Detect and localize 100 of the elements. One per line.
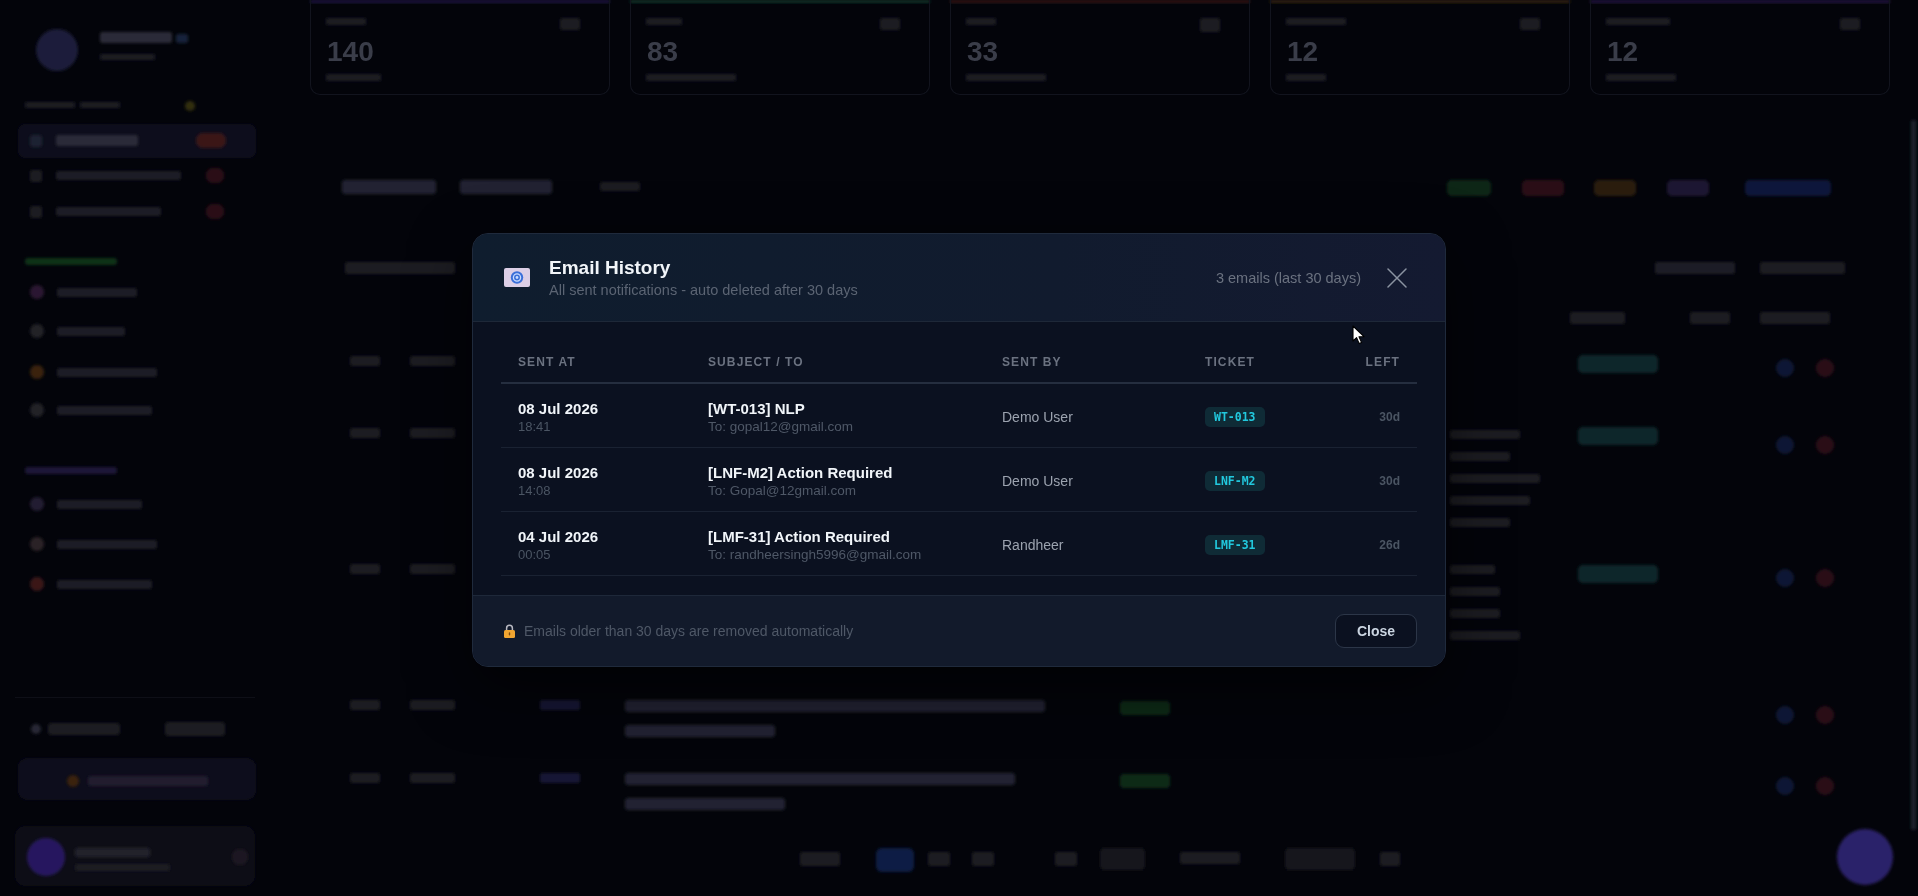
blurred-text (1760, 312, 1830, 324)
blurred-text (326, 74, 381, 81)
blurred-icon (30, 577, 44, 591)
blurred-text (57, 327, 125, 336)
sent-date: 04 Jul 2026 (518, 527, 599, 546)
blurred-text (410, 428, 455, 438)
blurred-icon (67, 775, 79, 787)
blurred-text (326, 18, 366, 25)
blurred-tag (206, 168, 224, 183)
blurred-icon (1840, 18, 1860, 30)
blurred-text (1055, 852, 1077, 866)
sender-name: Demo User (1002, 409, 1073, 425)
blurred-icon (1520, 18, 1540, 30)
blurred-text (1570, 312, 1625, 324)
lock-icon (504, 624, 515, 638)
recipient-address: To: randheersingh5996@gmail.com (708, 546, 922, 563)
blurred-text (410, 356, 455, 366)
column-header: SENT AT (518, 355, 576, 369)
sent-time: 00:05 (518, 546, 551, 563)
envelope-icon (504, 268, 530, 287)
stat-value: 140 (327, 36, 374, 68)
blurred-tag (540, 700, 580, 710)
blurred-text (410, 564, 455, 574)
ticket-id-tag: LNF-M2 (1205, 471, 1265, 491)
blurred-tag (206, 204, 224, 219)
blurred-text (100, 32, 172, 43)
blurred-text (410, 773, 455, 783)
blurred-text (165, 722, 225, 736)
blurred-icon (1200, 18, 1220, 32)
blurred-icon (30, 135, 42, 147)
email-subject: [LNF-M2] Action Required (708, 463, 893, 482)
blurred-text (410, 700, 455, 710)
recipient-address: To: Gopal@12gmail.com (708, 482, 857, 499)
blurred-icon (30, 497, 44, 511)
stat-value: 12 (1607, 36, 1639, 68)
sender-name: Randheer (1002, 537, 1064, 553)
blurred-logo (36, 29, 78, 71)
sent-time: 18:41 (518, 418, 551, 435)
blurred-icon (1816, 436, 1834, 454)
blurred-icon (1776, 569, 1794, 587)
close-button[interactable] (1387, 267, 1407, 288)
close-icon (1387, 267, 1407, 288)
blurred-icon (880, 18, 900, 30)
blurred-text (1450, 452, 1510, 461)
blurred-text (1690, 312, 1730, 324)
blurred-tag (1594, 180, 1636, 196)
blurred-text (1180, 852, 1240, 864)
blurred-text (350, 428, 380, 438)
email-subject: [WT-013] NLP (708, 399, 805, 418)
blurred-text (600, 182, 640, 191)
blurred-text (1450, 631, 1520, 640)
blurred-text (1450, 587, 1500, 596)
dialog-subtitle: All sent notifications - auto deleted after 30 days (549, 281, 858, 299)
blurred-tag (1447, 180, 1491, 196)
days-left: 30d (1379, 410, 1400, 424)
email-count: 3 emails (last 30 days) (1215, 269, 1361, 286)
blurred-button[interactable] (876, 848, 914, 872)
blurred-icon (30, 403, 44, 417)
blurred-icon (1776, 436, 1794, 454)
blurred-text (1450, 518, 1510, 527)
sent-date: 08 Jul 2026 (518, 463, 599, 482)
blurred-icon (1816, 359, 1834, 377)
blurred-tag (1667, 180, 1709, 196)
retention-note: Emails older than 30 days are removed automatically (524, 623, 854, 639)
blurred-icon (1776, 777, 1794, 795)
blurred-text (1286, 18, 1346, 25)
sent-date: 08 Jul 2026 (518, 399, 599, 418)
blurred-text (1286, 74, 1326, 81)
blurred-text (1606, 74, 1676, 81)
blurred-text (972, 852, 994, 866)
blurred-tag (1120, 774, 1170, 788)
blurred-text (966, 18, 996, 25)
blurred-tag (540, 773, 580, 783)
close-button[interactable]: Close (1335, 614, 1417, 648)
avatar-circle (27, 838, 65, 876)
stat-value: 83 (647, 36, 679, 68)
blurred-text (1380, 852, 1400, 866)
blurred-icon (1776, 359, 1794, 377)
dialog-title: Email History (549, 256, 671, 279)
blurred-icon (1776, 706, 1794, 724)
blurred-icon (30, 285, 44, 299)
blurred-text (100, 54, 155, 60)
floating-action-button[interactable] (1837, 829, 1893, 885)
days-left: 30d (1379, 474, 1400, 488)
blurred-icon (185, 101, 195, 111)
stat-value: 33 (967, 36, 999, 68)
stat-value: 12 (1287, 36, 1319, 68)
blurred-icon (30, 324, 44, 338)
blurred-icon (30, 365, 44, 379)
recipient-address: To: gopal12@gmail.com (708, 418, 854, 435)
blurred-text (1450, 565, 1495, 574)
blurred-text (1450, 609, 1500, 618)
blurred-icon (1816, 706, 1834, 724)
sender-name: Demo User (1002, 473, 1073, 489)
blurred-icon (1816, 569, 1834, 587)
blurred-icon (30, 170, 42, 182)
mouse-pointer-icon (1352, 325, 1365, 345)
blurred-text (646, 18, 682, 25)
blurred-text (350, 700, 380, 710)
blurred-text (350, 356, 380, 366)
